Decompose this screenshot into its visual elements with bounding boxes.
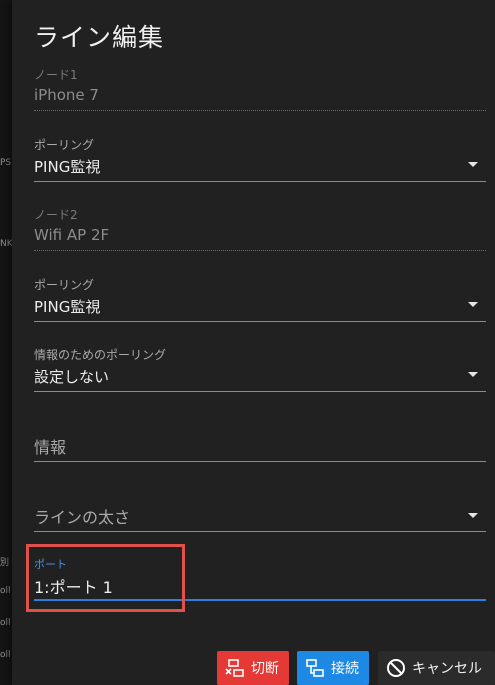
disconnect-button[interactable]: 切断 <box>217 651 289 685</box>
info-placeholder: 情報 <box>34 438 67 457</box>
cancel-label: キャンセル <box>412 661 482 677</box>
polling2-underline <box>34 321 486 322</box>
polling2-label: ポーリング <box>34 278 95 292</box>
info-polling-label: 情報のためのポーリング <box>34 348 167 362</box>
line-width-placeholder: ラインの太さ <box>34 508 131 527</box>
connect-icon <box>306 659 324 677</box>
info-polling-value: 設定しない <box>34 368 110 386</box>
polling1-select[interactable]: ポーリング PING監視 <box>34 134 486 182</box>
background-text: oll <box>0 650 11 660</box>
node1-field: ノード1 iPhone 7 <box>34 64 486 112</box>
node2-label: ノード2 <box>34 208 78 222</box>
polling1-underline <box>34 181 486 182</box>
line-width-select[interactable]: ラインの太さ <box>34 484 486 532</box>
node2-field: ノード2 Wifi AP 2F <box>34 204 486 252</box>
dialog-title: ライン編集 <box>34 23 165 52</box>
info-underline <box>34 461 486 462</box>
info-polling-underline <box>34 391 486 392</box>
node1-value: iPhone 7 <box>34 86 99 104</box>
annotation-highlight-box <box>26 544 185 612</box>
line-width-underline <box>34 531 486 532</box>
background-text: 別 <box>0 558 10 568</box>
dropdown-arrow-icon <box>468 513 478 518</box>
background-page <box>0 0 12 685</box>
polling2-select[interactable]: ポーリング PING監視 <box>34 274 486 322</box>
background-text: oll <box>0 618 11 628</box>
polling2-value: PING監視 <box>34 298 101 316</box>
disconnect-icon <box>225 659 244 677</box>
background-text: PS <box>0 158 12 168</box>
info-input[interactable]: 情報 <box>34 414 486 462</box>
dropdown-arrow-icon <box>468 372 478 377</box>
dropdown-arrow-icon <box>468 302 478 307</box>
dropdown-arrow-icon <box>468 162 478 167</box>
background-text: NK <box>0 239 13 249</box>
polling1-value: PING監視 <box>34 158 101 176</box>
node2-underline <box>34 250 486 251</box>
info-polling-select[interactable]: 情報のためのポーリング 設定しない <box>34 344 486 392</box>
disconnect-label: 切断 <box>251 661 279 677</box>
connect-label: 接続 <box>331 661 359 677</box>
cancel-button[interactable]: キャンセル <box>378 651 495 685</box>
node2-value: Wifi AP 2F <box>34 226 110 244</box>
polling1-label: ポーリング <box>34 138 95 152</box>
node1-underline <box>34 110 486 111</box>
cancel-icon <box>387 659 405 677</box>
node1-label: ノード1 <box>34 68 78 82</box>
background-text: oll <box>0 586 11 596</box>
edit-line-dialog: ライン編集 ノード1 iPhone 7 ポーリング PING監視 ノード2 Wi… <box>12 0 495 685</box>
connect-button[interactable]: 接続 <box>297 651 369 685</box>
